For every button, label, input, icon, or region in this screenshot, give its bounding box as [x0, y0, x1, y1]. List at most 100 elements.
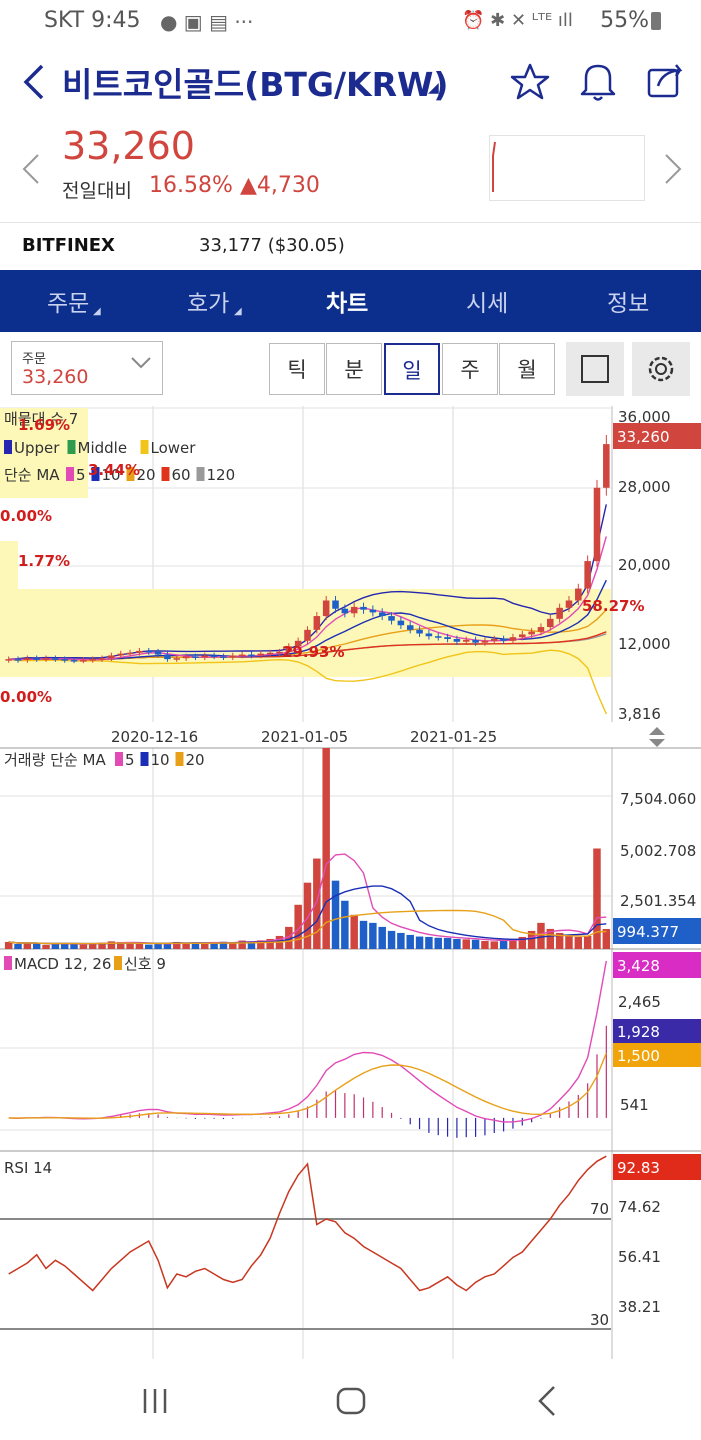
candle-body [98, 658, 106, 660]
volume-bar [397, 932, 405, 949]
favorite-star-icon[interactable] [510, 62, 550, 102]
candle-body [70, 660, 78, 662]
candle-body [397, 620, 405, 626]
candle-body [519, 634, 526, 638]
ma-legend-item: 5 [76, 466, 86, 484]
candle-body [491, 638, 498, 641]
volume-profile-label: 0.00% [0, 688, 52, 706]
volume-bar [341, 900, 349, 949]
volume-bar [406, 934, 414, 949]
candle-body [369, 609, 377, 613]
tab-orderbook[interactable]: 호가 [187, 284, 229, 318]
exchange-name: BITFINEX [22, 235, 115, 256]
period-minute-button[interactable]: 분 [326, 343, 382, 395]
candle-body [500, 638, 507, 641]
legend-swatch [66, 467, 74, 481]
change-percent: 16.58% [149, 173, 233, 198]
notification-bell-icon[interactable] [578, 60, 618, 102]
back-arrow-icon[interactable] [18, 62, 48, 102]
tab-order-menu-icon: ◢ [93, 306, 101, 317]
candle-body [304, 629, 311, 641]
candle-body [509, 637, 517, 641]
volume-axis-tick: 5,002.708 [620, 842, 696, 860]
prev-item-chevron-icon[interactable] [20, 152, 42, 186]
candle-body [238, 654, 246, 657]
candle-body [192, 656, 199, 658]
current-price: 33,260 [62, 124, 195, 168]
page-title[interactable]: 비트코인골드(BTG/KRW) [62, 58, 449, 106]
tab-quotes[interactable]: 시세 [466, 284, 508, 318]
price-axis-tick: 12,000 [618, 635, 671, 653]
candle-body [14, 659, 22, 661]
volume-legend-item: 10 [151, 751, 170, 769]
volume-bar [462, 939, 470, 949]
candle-body [5, 659, 12, 661]
price-axis-tick: 20,000 [618, 556, 671, 574]
rsi-level-label: 70 [590, 1200, 609, 1218]
period-month-button[interactable]: 월 [499, 343, 555, 395]
candle-body [248, 654, 255, 657]
next-item-chevron-icon[interactable] [662, 152, 684, 186]
candle-body [117, 653, 124, 656]
home-icon[interactable] [334, 1384, 368, 1418]
volume-profile-label: 58.27% [582, 597, 644, 615]
rsi-line [8, 1155, 607, 1292]
legend-swatch [67, 440, 76, 454]
back-icon[interactable] [534, 1384, 560, 1418]
volume-bar [191, 943, 200, 949]
volume-bar [154, 943, 162, 949]
candle-body [416, 629, 423, 634]
volume-bar [14, 943, 22, 949]
volume-bar [350, 914, 358, 949]
legend-swatch [4, 440, 12, 454]
candle-body [61, 659, 68, 661]
volume-bar [565, 934, 573, 949]
volume-bar [23, 942, 32, 949]
tab-chart[interactable]: 차트 [326, 284, 368, 318]
period-tick-button[interactable]: 틱 [269, 343, 325, 395]
candle-body [472, 639, 479, 643]
title-dropdown-caret-icon[interactable]: ◢ [428, 80, 439, 96]
chart-settings-button[interactable] [632, 342, 690, 396]
candle-body [322, 600, 330, 617]
period-day-button[interactable]: 일 [384, 343, 440, 395]
order-select[interactable]: 주문 33,260 [11, 341, 163, 395]
share-icon[interactable] [646, 60, 688, 102]
macd-signal-line [8, 1052, 607, 1119]
candle-body [210, 655, 218, 657]
volume-profile-label: 1.69% [18, 416, 70, 434]
mini-chart[interactable] [489, 135, 645, 201]
candle-body [388, 616, 395, 621]
volume-bar [322, 748, 330, 949]
volume-bar [434, 937, 442, 949]
volume-bar [135, 943, 144, 949]
candle-body [444, 637, 451, 639]
recent-apps-icon[interactable] [140, 1386, 170, 1416]
candle-body [182, 656, 190, 659]
candle-body [332, 600, 339, 609]
candle-body [350, 606, 358, 614]
legend-swatch [4, 956, 12, 970]
candle-body [266, 652, 274, 655]
tab-order[interactable]: 주문 [47, 284, 89, 318]
time-axis [0, 722, 701, 748]
legend-swatch [196, 467, 205, 481]
volume-bar [378, 926, 386, 949]
volume-axis-tick: 2,501.354 [620, 892, 696, 910]
candle-body [584, 561, 591, 589]
price-chart[interactable]: 매물대 수 7Upper Middle Lower단순 MA 5 10 20 60 1201.… [0, 406, 701, 1359]
tab-info[interactable]: 정보 [607, 284, 649, 318]
ma-legend-item: 120 [207, 466, 236, 484]
legend-swatch [115, 752, 123, 766]
candle-body [537, 627, 545, 632]
status-system-icons: ⏰ ✱ ✕ ᴸᵀᴱ ıll [462, 10, 573, 31]
macd-axis-tick: 2,465 [618, 993, 661, 1011]
volume-bar [42, 944, 50, 949]
volume-bar [229, 942, 237, 949]
period-week-button[interactable]: 주 [442, 343, 498, 395]
volume-bar [145, 944, 153, 949]
square-icon [581, 355, 609, 383]
price-axis-tick: 3,816 [618, 705, 661, 723]
volume-profile-label: 29.93% [282, 643, 344, 661]
fullscreen-button[interactable] [566, 342, 624, 396]
